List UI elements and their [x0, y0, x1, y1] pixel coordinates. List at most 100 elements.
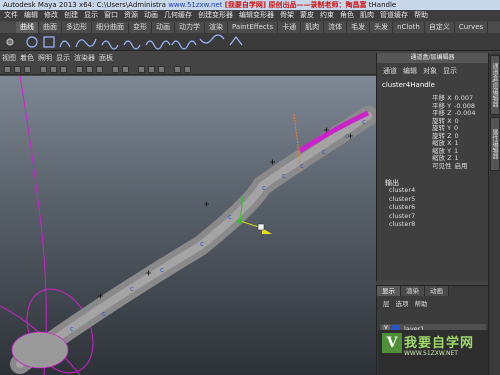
menu-item[interactable]: 文件 [2, 10, 20, 21]
selected-node-name[interactable]: cluster4Handle [377, 79, 488, 91]
shelf-tab[interactable]: 自定义 [425, 22, 455, 33]
locator[interactable] [204, 201, 209, 207]
layer-menu-item[interactable]: 帮助 [415, 298, 428, 308]
menu-item[interactable]: 动画 [142, 10, 160, 21]
shelf-tab[interactable]: 曲线 [16, 22, 39, 33]
layer-menu-item[interactable]: 层 [383, 298, 390, 308]
textured-icon[interactable] [96, 66, 103, 73]
cluster-handle[interactable]: c [102, 310, 106, 318]
tab-attribute-editor[interactable]: 属性编辑器 [490, 117, 500, 171]
shelf-tab[interactable]: 头发 [370, 22, 394, 33]
menu-item[interactable]: 蒙皮 [298, 10, 316, 21]
menu-item[interactable]: 创建 [62, 10, 80, 21]
panel-menu-item[interactable]: 视图 [2, 53, 16, 63]
attribute-value[interactable]: 0 [454, 124, 458, 132]
xray-icon[interactable] [148, 66, 155, 73]
viewport-scene[interactable]: c c c c c c c c c c c c [0, 76, 376, 375]
menu-item[interactable]: 显示 [82, 10, 100, 21]
attribute-row[interactable]: 可见性 启用 [432, 162, 487, 171]
ipr-render-icon[interactable] [184, 66, 191, 73]
shelf-tab[interactable]: 曲面 [39, 22, 62, 33]
grid-icon[interactable] [40, 66, 47, 73]
menu-item[interactable]: 几何缓存 [162, 10, 194, 21]
panel-menu-item[interactable]: 渲染器 [74, 53, 95, 63]
cluster-handle[interactable]: c [160, 266, 164, 274]
layer-tab[interactable]: 显示 [377, 286, 401, 296]
menu-item[interactable]: 编辑变形器 [237, 10, 276, 21]
output-node[interactable]: cluster5 [389, 195, 415, 204]
film-gate-icon[interactable] [50, 66, 57, 73]
ep-curve-icon[interactable] [75, 38, 97, 48]
cluster-handle[interactable]: c [228, 213, 232, 221]
circle-curve-icon[interactable] [26, 36, 38, 48]
snake-head[interactable] [11, 331, 69, 369]
camera-attributes-icon[interactable] [14, 66, 21, 73]
menu-item[interactable]: 约束 [318, 10, 336, 21]
perspective-viewport[interactable]: c c c c c c c c c c c c [0, 76, 376, 375]
channel-menu-item[interactable]: 通道 [383, 66, 397, 76]
menu-item[interactable]: 资源 [122, 10, 140, 21]
menu-item[interactable]: 修改 [42, 10, 60, 21]
attribute-value[interactable]: 1 [455, 139, 459, 147]
offset-curve-icon[interactable] [229, 36, 243, 46]
smooth-shade-icon[interactable] [86, 66, 93, 73]
camera-icon[interactable] [4, 66, 11, 73]
output-node[interactable]: cluster4 [389, 186, 415, 195]
panel-menu-item[interactable]: 面板 [99, 53, 113, 63]
cluster-handle[interactable]: c [322, 148, 326, 156]
cluster-handle[interactable]: c [282, 172, 286, 180]
shelf-tab[interactable]: 动画 [152, 22, 175, 33]
layer-tab[interactable]: 渲染 [401, 286, 425, 296]
cv-curve-icon[interactable] [59, 40, 71, 48]
menu-item[interactable]: 肌肉 [358, 10, 376, 21]
cluster-handle[interactable]: c [262, 184, 266, 192]
shelf-tab[interactable]: 肌肉 [301, 22, 325, 33]
menu-item[interactable]: 创建变形器 [196, 10, 235, 21]
channel-menu-item[interactable]: 对象 [423, 66, 437, 76]
square-curve-icon[interactable] [43, 36, 55, 48]
shelf-tab[interactable]: 渲染 [205, 22, 228, 33]
detach-curves-icon[interactable] [171, 40, 197, 50]
menu-item[interactable]: 角色 [338, 10, 356, 21]
output-node[interactable]: cluster7 [389, 212, 415, 221]
selected-curve-left[interactable] [19, 76, 47, 375]
attribute-value[interactable]: 启用 [455, 162, 468, 170]
attribute-value[interactable]: -0.004 [455, 109, 476, 117]
shelf-tab[interactable]: 动力学 [175, 22, 205, 33]
menu-item[interactable]: 编辑 [22, 10, 40, 21]
resolution-gate-icon[interactable] [60, 66, 67, 73]
locator[interactable] [270, 159, 275, 165]
shelf-tab[interactable]: 毛发 [347, 22, 371, 33]
menu-item[interactable]: 窗口 [102, 10, 120, 21]
shelf-tab[interactable]: 变形 [129, 22, 152, 33]
output-node[interactable]: cluster8 [389, 220, 415, 229]
menu-item[interactable]: 帮助 [412, 10, 430, 21]
pencil-curve-icon[interactable] [101, 40, 119, 50]
render-icon[interactable] [174, 66, 181, 73]
cluster-handle[interactable]: c [200, 240, 204, 248]
menu-item[interactable]: 骨架 [278, 10, 296, 21]
layer-menu-item[interactable]: 选项 [396, 298, 409, 308]
cluster-handle[interactable]: c [130, 285, 134, 293]
lights-icon[interactable] [112, 66, 119, 73]
xray-joints-icon[interactable] [158, 66, 165, 73]
panel-menu-item[interactable]: 显示 [56, 53, 70, 63]
layer-tab[interactable]: 动画 [425, 286, 449, 296]
shadows-icon[interactable] [122, 66, 129, 73]
shelf-tab[interactable]: PaintEffects [228, 22, 279, 33]
shelf-tab[interactable]: nCloth [393, 22, 425, 33]
attribute-value[interactable]: 0.007 [455, 94, 474, 102]
shelf-tab[interactable]: 流体 [324, 22, 348, 33]
bookmark-icon[interactable] [24, 66, 31, 73]
isolate-select-icon[interactable] [138, 66, 145, 73]
tab-channel-box[interactable]: 通道盒/层编辑器 [490, 55, 500, 115]
rebuild-curve-icon[interactable] [199, 34, 225, 44]
cluster-handle[interactable]: c [362, 118, 366, 126]
menu-item[interactable]: 管道缓存 [378, 10, 410, 21]
channel-menu-item[interactable]: 显示 [443, 66, 457, 76]
attribute-value[interactable]: 1 [455, 154, 459, 162]
shelf-menu-icon[interactable] [6, 38, 14, 46]
shelf-tab[interactable]: 卡通 [278, 22, 302, 33]
cluster-handle[interactable]: c [70, 325, 74, 333]
arc-icon[interactable] [123, 40, 141, 50]
